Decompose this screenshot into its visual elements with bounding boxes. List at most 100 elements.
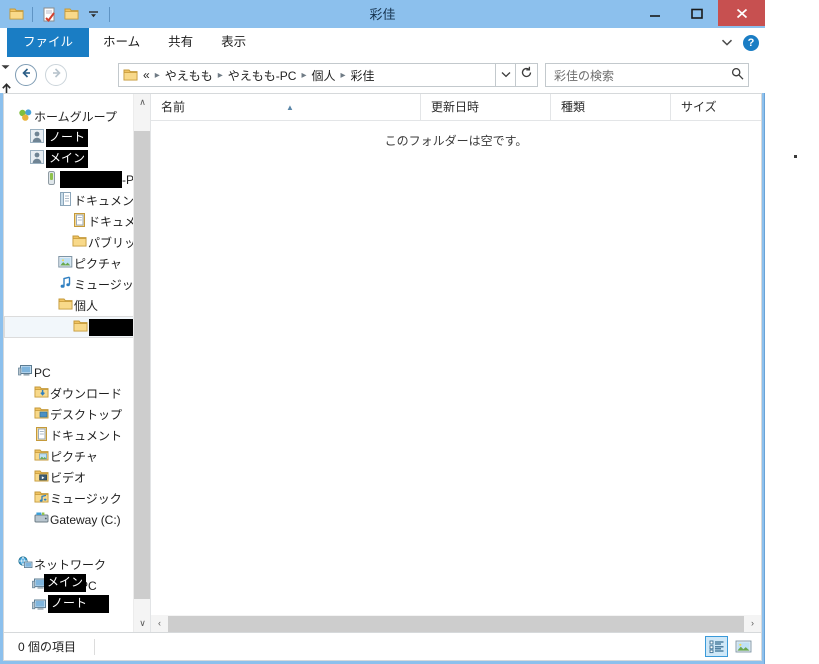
sidebar-item-music-pc[interactable]: ミュージック [4, 488, 150, 509]
large-icons-view-button[interactable] [732, 636, 755, 657]
ribbon-right-controls: ? [721, 28, 759, 57]
ribbon-tab-strip: ファイル ホーム 共有 表示 ? [0, 28, 765, 58]
breadcrumb-item-0[interactable]: やえもも [165, 67, 213, 84]
file-list-pane[interactable]: 名前 ▲ 更新日時 種類 サイズ このフォルダーは空です。 ‹ › [150, 94, 761, 632]
sidebar-item-documents-hg[interactable]: ドキュメント [4, 190, 150, 211]
search-icon[interactable] [726, 67, 748, 83]
breadcrumb[interactable]: « ▸ やえもも ▸ やえもも-PC ▸ 個人 ▸ 彩佳 [118, 63, 496, 87]
folder-icon[interactable] [6, 4, 26, 24]
documents-icon [56, 192, 74, 209]
pc-icon [16, 364, 34, 381]
status-bar: 0 個の項目 [3, 633, 762, 661]
new-folder-icon[interactable] [61, 4, 81, 24]
column-label: 種類 [561, 100, 586, 114]
device-icon [42, 171, 60, 188]
minimize-button[interactable] [634, 0, 676, 26]
pictures-icon [32, 448, 50, 465]
sidebar-item-videos[interactable]: ビデオ [4, 467, 150, 488]
nav-label: PC [34, 365, 51, 380]
sidebar-item-drive-c[interactable]: Gateway (C:) [4, 509, 150, 530]
sidebar-item-downloads[interactable]: ダウンロード [4, 383, 150, 404]
scroll-up-button[interactable]: ∧ [134, 94, 150, 111]
sidebar-item-redacted-pc[interactable]: -PC [4, 169, 150, 190]
tab-share[interactable]: 共有 [154, 28, 207, 57]
recent-locations-button[interactable] [0, 57, 16, 79]
nav-label: Gateway (C:) [50, 512, 121, 527]
sidebar-item-music-hg[interactable]: ミュージック [4, 274, 150, 295]
desktop: 彩佳 ファイル ホーム 共有 表示 ? « ▸ やえもも ▸ やえもも-PC ▸… [0, 0, 819, 664]
sidebar-item-documents-sub[interactable]: ドキュメント ( [4, 211, 150, 232]
nav-label: ピクチャ [50, 450, 98, 464]
expand-ribbon-chevron-icon[interactable] [721, 34, 733, 52]
sidebar-item-desktop[interactable]: デスクトップ [4, 404, 150, 425]
tab-view[interactable]: 表示 [207, 28, 260, 57]
sidebar-item-selected-folder[interactable] [4, 316, 150, 338]
tab-home[interactable]: ホーム [89, 28, 154, 57]
breadcrumb-separator-1[interactable]: ▸ [218, 70, 223, 81]
nav-label: デスクトップ [50, 408, 123, 422]
column-header-date-modified[interactable]: 更新日時 [421, 94, 551, 120]
sidebar-item-personal[interactable]: 個人 [4, 295, 150, 316]
empty-folder-message: このフォルダーは空です。 [384, 134, 528, 148]
close-button[interactable] [718, 0, 765, 26]
breadcrumb-item-1[interactable]: やえもも-PC [228, 67, 297, 84]
refresh-button[interactable] [516, 63, 538, 87]
sidebar-item-network-main-pc[interactable]: PC メイン [4, 573, 150, 596]
window-controls [634, 0, 765, 26]
nav-root-network[interactable]: ネットワーク [4, 554, 150, 575]
scroll-left-button[interactable]: ‹ [151, 615, 168, 632]
sidebar-item-public-documents[interactable]: パブリックのド [4, 232, 150, 253]
sidebar-item-documents-pc[interactable]: ドキュメント [4, 425, 150, 446]
nav-root-homegroup[interactable]: ホームグループ [4, 106, 150, 127]
file-list-horizontal-scrollbar[interactable]: ‹ › [151, 615, 761, 632]
search-input[interactable]: 彩佳の検索 [545, 63, 749, 87]
scroll-down-button[interactable]: ∨ [134, 615, 150, 632]
column-header-size[interactable]: サイズ [671, 94, 761, 120]
network-icon [16, 556, 34, 573]
breadcrumb-item-2[interactable]: 個人 [311, 67, 335, 84]
search-placeholder: 彩佳の検索 [554, 68, 615, 83]
column-header-type[interactable]: 種類 [551, 94, 671, 120]
folder-icon [56, 297, 74, 314]
sidebar-item-network-note-pc[interactable]: ノート [4, 594, 150, 617]
forward-button[interactable] [45, 64, 67, 86]
column-label: 更新日時 [431, 100, 480, 114]
screen-artifact [794, 155, 797, 158]
nav-spacer-top [4, 94, 150, 106]
nav-label: ダウンロード [50, 387, 123, 401]
breadcrumb-separator-3[interactable]: ▸ [340, 70, 345, 81]
scrollbar-thumb[interactable] [168, 615, 744, 632]
breadcrumb-overflow[interactable]: « [143, 68, 150, 82]
properties-icon[interactable] [39, 4, 59, 24]
sidebar-item-main-user[interactable]: メイン [4, 148, 150, 169]
nav-label: ノート [48, 594, 110, 613]
music-icon [32, 490, 50, 507]
nav-root-pc[interactable]: PC [4, 362, 150, 383]
tab-file[interactable]: ファイル [7, 28, 90, 57]
maximize-button[interactable] [676, 0, 718, 26]
details-view-button[interactable] [705, 636, 728, 657]
title-bar: 彩佳 [0, 0, 765, 28]
documents-icon [32, 427, 50, 444]
sidebar-item-pictures-hg[interactable]: ピクチャ [4, 253, 150, 274]
navigation-pane-scrollbar[interactable]: ∧ ∨ [133, 94, 150, 632]
scrollbar-thumb[interactable] [134, 131, 150, 599]
breadcrumb-item-3[interactable]: 彩佳 [351, 67, 375, 84]
nav-label: ホームグループ [34, 110, 117, 124]
back-button[interactable] [15, 64, 37, 86]
column-label: 名前 [161, 100, 186, 114]
pictures-icon [56, 255, 74, 272]
column-header-row: 名前 ▲ 更新日時 種類 サイズ [151, 94, 761, 121]
nav-label: ミュージック [50, 492, 122, 506]
column-header-name[interactable]: 名前 ▲ [151, 94, 421, 120]
homegroup-icon [16, 108, 34, 125]
chevron-down-icon[interactable] [83, 4, 103, 24]
user-icon [28, 129, 46, 146]
nav-label: 個人 [74, 299, 99, 313]
sidebar-item-note-user[interactable]: ノート [4, 127, 150, 148]
scroll-right-button[interactable]: › [744, 615, 761, 632]
help-icon[interactable]: ? [743, 34, 759, 51]
sidebar-item-pictures-pc[interactable]: ピクチャ [4, 446, 150, 467]
address-dropdown-button[interactable] [496, 63, 516, 87]
breadcrumb-separator-2[interactable]: ▸ [301, 70, 306, 81]
